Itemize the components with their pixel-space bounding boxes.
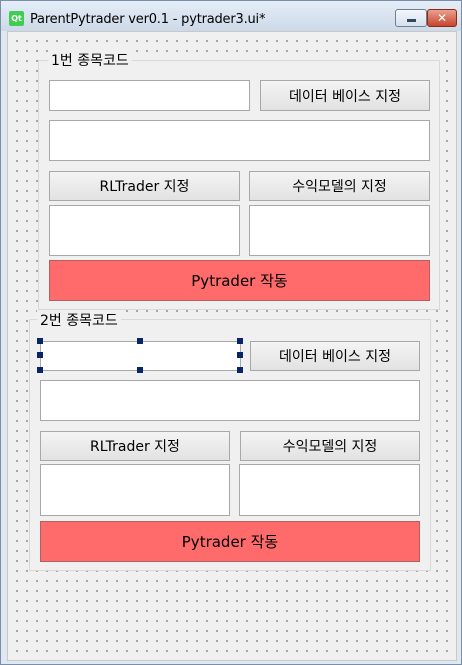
model-select-button-1[interactable]: 수익모델의 지정 — [249, 171, 430, 201]
selection-handle-right[interactable] — [237, 352, 243, 358]
model-path-field-2[interactable] — [239, 464, 420, 516]
minimize-icon — [406, 19, 416, 22]
window-title: ParentPytrader ver0.1 - pytrader3.ui* — [30, 12, 266, 27]
selection-handle-top-left[interactable] — [37, 338, 43, 344]
stock-code-input-1[interactable] — [49, 80, 250, 111]
model-select-button-2[interactable]: 수익모델의 지정 — [240, 431, 420, 461]
close-button[interactable]: ✕ — [427, 9, 457, 27]
selection-handle-bottom-right[interactable] — [237, 367, 243, 373]
form-canvas[interactable]: 1번 종목코드 데이터 베이스 지정 RLTrader 지정 수익모델의 지정 … — [7, 31, 457, 661]
close-icon: ✕ — [436, 11, 448, 25]
pytrader-run-button-2[interactable]: Pytrader 작동 — [40, 521, 420, 562]
selection-handle-bottom[interactable] — [137, 367, 143, 373]
selection-handle-top[interactable] — [137, 338, 143, 344]
database-select-button-2[interactable]: 데이터 베이스 지정 — [250, 341, 420, 371]
rltrader-select-button-1[interactable]: RLTrader 지정 — [49, 171, 240, 201]
title-bar[interactable]: Qt ParentPytrader ver0.1 - pytrader3.ui*… — [1, 1, 461, 31]
group-title-stock-1: 1번 종목코드 — [48, 50, 132, 70]
database-path-field-2[interactable] — [40, 380, 420, 421]
rltrader-path-field-1[interactable] — [49, 205, 240, 256]
group-title-stock-2: 2번 종목코드 — [37, 310, 121, 330]
pytrader-run-button-1[interactable]: Pytrader 작동 — [49, 260, 430, 301]
selection-handle-left[interactable] — [37, 352, 43, 358]
designer-form-window: Qt ParentPytrader ver0.1 - pytrader3.ui*… — [0, 0, 462, 665]
selection-handle-bottom-left[interactable] — [37, 367, 43, 373]
rltrader-path-field-2[interactable] — [40, 464, 230, 516]
database-path-field-1[interactable] — [49, 120, 430, 161]
model-path-field-1[interactable] — [249, 205, 430, 256]
minimize-button[interactable] — [395, 9, 427, 27]
rltrader-select-button-2[interactable]: RLTrader 지정 — [40, 431, 230, 461]
selection-handle-top-right[interactable] — [237, 338, 243, 344]
database-select-button-1[interactable]: 데이터 베이스 지정 — [260, 80, 430, 111]
qt-logo-icon: Qt — [9, 11, 24, 26]
